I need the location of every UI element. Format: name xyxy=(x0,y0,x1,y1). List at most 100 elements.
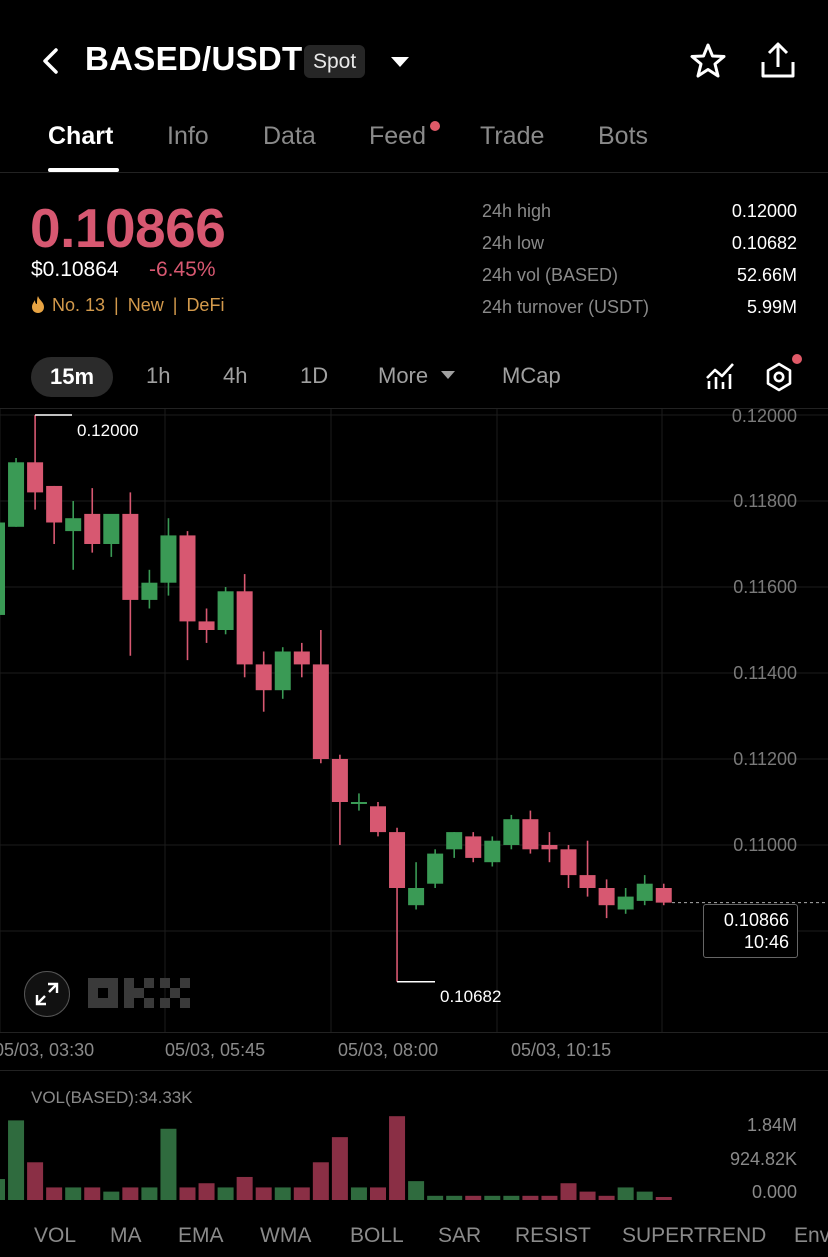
x-axis-label: 05/03, 03:30 xyxy=(0,1040,95,1060)
volume-bar xyxy=(312,1162,329,1200)
chart-bottom-divider xyxy=(0,1032,828,1033)
rank-tag[interactable]: No. 13 xyxy=(52,295,105,315)
volume-bar xyxy=(446,1195,463,1200)
sector-tag[interactable]: DeFi xyxy=(186,295,224,315)
tag-separator: | xyxy=(114,295,119,315)
stat-24h-vol-value: 52.66M xyxy=(736,265,797,285)
candle-body xyxy=(0,522,5,615)
volume-bar xyxy=(636,1191,653,1200)
stat-24h-low-label: 24h low xyxy=(482,233,545,253)
indicator-wma[interactable]: WMA xyxy=(260,1224,311,1248)
candle-body xyxy=(27,462,44,493)
volume-bar xyxy=(465,1195,482,1200)
y-axis-label: 0.11200 xyxy=(733,749,797,769)
favorite-star-icon[interactable] xyxy=(688,41,728,81)
candle-body xyxy=(484,840,501,863)
tab-bots[interactable]: Bots xyxy=(598,122,648,151)
high-price-marker: 0.12000 xyxy=(77,421,139,440)
tab-info[interactable]: Info xyxy=(167,122,209,151)
volume-top-divider xyxy=(0,1070,828,1071)
tab-feed[interactable]: Feed xyxy=(369,122,426,151)
pair-title[interactable]: BASED/USDT xyxy=(85,40,303,78)
volume-bar xyxy=(46,1187,63,1200)
volume-bar xyxy=(617,1187,634,1200)
candle-body xyxy=(236,591,253,665)
pair-dropdown-icon[interactable] xyxy=(389,54,411,70)
candle-body xyxy=(122,513,139,600)
indicator-resist[interactable]: RESIST xyxy=(515,1224,591,1248)
volume-bar xyxy=(389,1116,406,1200)
price-change: -6.45% xyxy=(149,258,216,281)
volume-y-label: 0.000 xyxy=(751,1182,797,1202)
last-price-tag[interactable]: 0.10866 10:46 xyxy=(703,904,798,958)
candle-body xyxy=(503,819,520,845)
volume-bar xyxy=(255,1187,272,1200)
timeframe-4h[interactable]: 4h xyxy=(223,363,247,389)
volume-bar xyxy=(541,1195,558,1200)
candle-body xyxy=(370,806,386,833)
indicator-env[interactable]: Env xyxy=(794,1224,828,1248)
candle-body xyxy=(465,836,482,858)
usd-price: $0.10864 xyxy=(31,258,119,281)
volume-bar xyxy=(65,1187,82,1200)
timeframe-more[interactable]: More xyxy=(378,363,428,389)
indicator-ma[interactable]: MA xyxy=(110,1224,142,1248)
market-type-badge: Spot xyxy=(304,45,366,78)
volume-y-label: 1.84M xyxy=(746,1115,797,1135)
volume-bar xyxy=(8,1120,25,1200)
timeframe-mcap[interactable]: MCap xyxy=(502,363,561,389)
volume-bar xyxy=(217,1187,234,1200)
stat-24h-vol-label: 24h vol (BASED) xyxy=(482,265,619,285)
timeframe-1h[interactable]: 1h xyxy=(146,363,170,389)
tag-separator: | xyxy=(172,295,178,315)
chart-settings-icon[interactable] xyxy=(763,361,795,393)
feed-notification-dot xyxy=(430,121,440,131)
fullscreen-button[interactable] xyxy=(24,971,70,1017)
stat-24h-high-label: 24h high xyxy=(482,201,552,221)
more-dropdown-icon[interactable] xyxy=(440,369,456,381)
candle-body xyxy=(598,888,615,906)
stat-24h-turnover-value: 5.99M xyxy=(746,297,797,317)
candle-body xyxy=(293,651,310,665)
back-icon[interactable] xyxy=(36,46,66,76)
volume-bar xyxy=(274,1187,291,1200)
indicator-boll[interactable]: BOLL xyxy=(350,1224,404,1248)
settings-notification-dot xyxy=(792,354,802,364)
candle-body xyxy=(636,883,653,901)
candle-body xyxy=(331,759,348,802)
indicator-supertrend[interactable]: SUPERTREND xyxy=(622,1224,766,1248)
new-tag[interactable]: New xyxy=(128,295,164,315)
candle-body xyxy=(446,832,463,850)
candle-body xyxy=(46,485,63,523)
candle-body xyxy=(141,582,158,600)
y-axis-label: 0.11000 xyxy=(733,835,797,855)
candle-body xyxy=(541,845,558,850)
tab-trade[interactable]: Trade xyxy=(480,122,544,151)
candle-body xyxy=(8,462,25,527)
volume-bar xyxy=(198,1183,215,1200)
timeframe-15m[interactable]: 15m xyxy=(31,357,113,397)
indicator-ema[interactable]: EMA xyxy=(178,1224,224,1248)
indicator-vol[interactable]: VOL xyxy=(34,1224,76,1248)
x-axis-label: 05/03, 05:45 xyxy=(165,1040,266,1060)
tab-data[interactable]: Data xyxy=(263,122,316,151)
candle-body xyxy=(522,819,539,850)
volume-bar xyxy=(370,1187,386,1200)
candle-body xyxy=(65,518,82,532)
share-icon[interactable] xyxy=(758,40,798,80)
volume-bar xyxy=(84,1187,101,1200)
tab-chart[interactable]: Chart xyxy=(48,122,113,151)
candle-body xyxy=(198,621,215,630)
indicator-chart-icon[interactable] xyxy=(704,361,736,391)
volume-bar xyxy=(293,1187,310,1200)
candle-body xyxy=(217,591,234,630)
volume-bar xyxy=(560,1183,577,1200)
low-price-marker: 0.10682 xyxy=(440,987,502,1006)
volume-bar xyxy=(598,1195,615,1200)
volume-bar xyxy=(103,1191,120,1200)
stat-24h-high-value: 0.12000 xyxy=(731,201,797,221)
volume-bar xyxy=(160,1128,177,1200)
fire-icon xyxy=(32,296,44,313)
timeframe-1d[interactable]: 1D xyxy=(300,363,328,389)
indicator-sar[interactable]: SAR xyxy=(438,1224,481,1248)
